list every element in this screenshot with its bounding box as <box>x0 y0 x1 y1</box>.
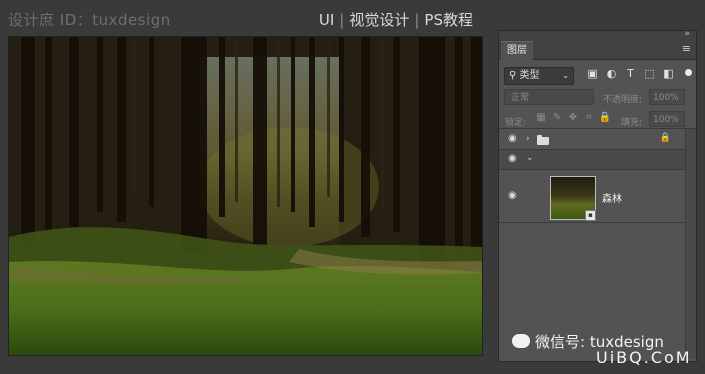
lock-artboard-icon[interactable]: ⌗ <box>581 112 597 123</box>
layers-panel: » 图层 ≡ ⚲ 类型 ⌄ ▣ ◐ T ⬚ ◧ 正常 不透明度: 100% 锁定: ▦ ✎… <box>498 29 697 362</box>
panel-title-bar: » <box>499 29 696 39</box>
layer-row-group-collapsed[interactable]: ◉ › 🔒 <box>499 130 685 150</box>
opacity-field[interactable]: 100% <box>649 89 685 105</box>
image-filter-icon[interactable]: ▣ <box>583 67 602 80</box>
chevron-right-icon[interactable]: › <box>526 134 530 144</box>
lock-move-icon[interactable]: ✥ <box>565 112 581 123</box>
panel-menu-icon[interactable]: ≡ <box>682 42 691 55</box>
smart-object-badge-icon: ▪ <box>585 210 596 221</box>
nav-separator: | <box>339 11 345 29</box>
search-icon: ⚲ <box>509 70 517 81</box>
layer-filter-select[interactable]: ⚲ 类型 ⌄ <box>504 67 574 85</box>
eye-icon[interactable]: ◉ <box>508 190 517 201</box>
designer-id-label: 设计庶 ID：tuxdesign <box>8 11 171 29</box>
layer-row-forest[interactable]: ◉ ▪ 森林 <box>499 170 685 223</box>
chevron-down-icon[interactable]: ⌄ <box>526 153 534 163</box>
lock-paint-icon[interactable]: ✎ <box>549 112 565 123</box>
divider <box>499 128 696 129</box>
collapse-panel-icon[interactable]: » <box>684 29 690 39</box>
forest-photo <box>9 37 482 355</box>
filter-toggle[interactable] <box>685 69 692 76</box>
eye-icon[interactable]: ◉ <box>508 133 517 144</box>
site-logo: UiBQ.CoM <box>596 348 692 367</box>
lock-label: 锁定: <box>505 118 527 128</box>
folder-icon <box>537 135 549 145</box>
lock-transparent-icon[interactable]: ▦ <box>533 112 549 123</box>
header-nav: UI | 视觉设计 | PS教程 <box>319 9 473 30</box>
opacity-label: 不透明度: <box>603 95 643 105</box>
smart-object-filter-icon[interactable]: ◧ <box>659 67 678 80</box>
document-canvas[interactable] <box>8 36 483 356</box>
adjustment-filter-icon[interactable]: ◐ <box>602 67 621 80</box>
panel-tab-bar: 图层 ≡ <box>499 39 696 60</box>
chevron-down-icon: ⌄ <box>562 71 569 80</box>
fill-field[interactable]: 100% <box>649 111 685 127</box>
panel-scrollbar[interactable] <box>685 129 696 359</box>
nav-item-visual-design[interactable]: 视觉设计 <box>349 11 409 29</box>
eye-icon[interactable]: ◉ <box>508 153 517 164</box>
fill-label: 填充: <box>621 118 643 128</box>
shape-filter-icon[interactable]: ⬚ <box>640 67 659 80</box>
nav-separator: | <box>414 11 420 29</box>
filter-type-label: 类型 <box>519 70 540 81</box>
layer-name[interactable]: 森林 <box>602 190 622 205</box>
layer-row-group-expanded[interactable]: ◉ ⌄ <box>499 150 685 170</box>
text-filter-icon[interactable]: T <box>621 67 640 80</box>
filter-icons: ▣ ◐ T ⬚ ◧ <box>583 67 678 80</box>
wechat-icon <box>512 334 530 348</box>
lock-all-icon[interactable]: 🔒 <box>597 112 613 123</box>
lock-icons: ▦ ✎ ✥ ⌗ 🔒 <box>533 112 613 123</box>
blend-mode-select[interactable]: 正常 <box>504 89 594 105</box>
tab-layers[interactable]: 图层 <box>501 41 533 60</box>
nav-item-ps-tutorial[interactable]: PS教程 <box>424 11 473 29</box>
lock-icon: 🔒 <box>659 133 671 143</box>
nav-item-ui[interactable]: UI <box>319 11 334 29</box>
